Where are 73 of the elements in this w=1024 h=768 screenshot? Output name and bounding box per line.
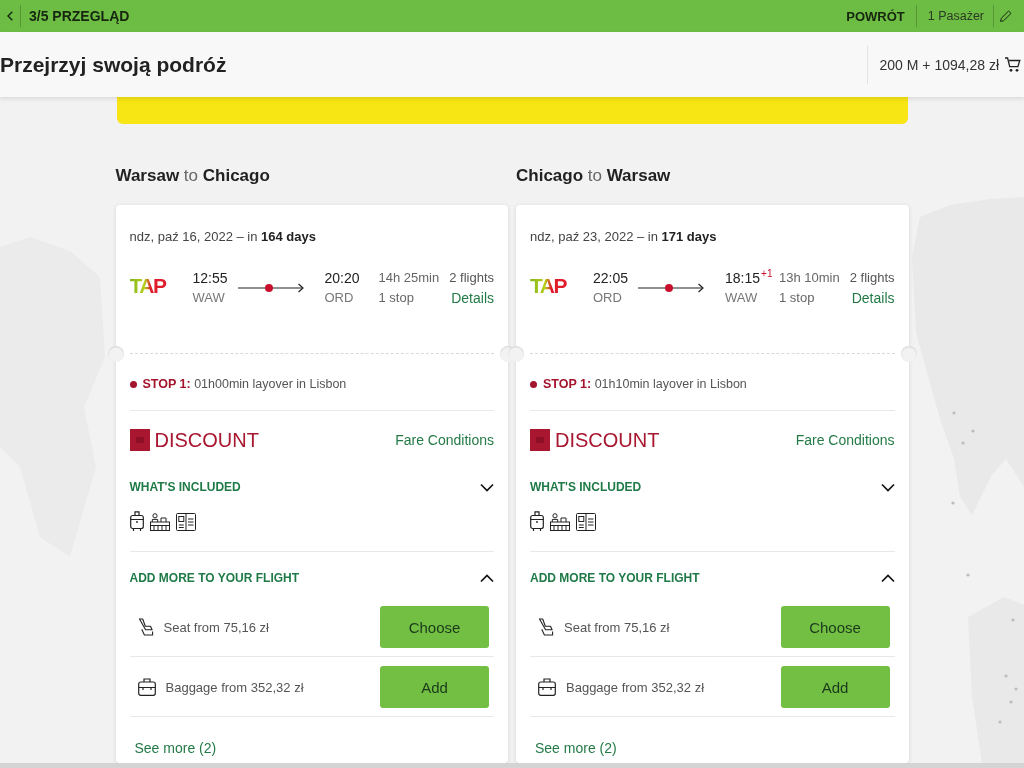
day-offset: +1 [761,268,773,280]
extra-option: Baggage from 352,32 zł [165,679,304,695]
document-icon [576,513,596,531]
departure-airport: ORD [593,289,622,307]
step-title: 3/5 PRZEGLĄD [29,8,130,24]
arrival-airport: WAW [725,289,758,307]
flight-duration: 13h 10min [779,269,840,287]
counter-icon [149,513,170,531]
stop-dot-icon [129,380,137,388]
route-arrow-icon [638,283,704,293]
route-heading: Chicago to Warsaw [516,165,671,187]
arrival-time: 20:20 [324,269,360,288]
see-more-link[interactable]: See more (2) [535,739,617,757]
fare-conditions-link[interactable]: Fare Conditions [395,430,494,450]
see-more-link[interactable]: See more (2) [134,739,217,757]
arrival-time: 18:15 [725,269,761,288]
fare-name: DISCOUNT [154,428,259,452]
flight-date: ndz, paź 23, 2022 – in 171 days [530,229,717,245]
departure-airport: WAW [192,289,225,307]
fare-icon [129,429,150,451]
extra-option: Seat from 75,16 zł [163,619,269,635]
horizontal-scrollbar[interactable] [0,763,1024,768]
chevron-left-icon [7,11,13,21]
stop-count: 1 stop [779,289,815,307]
stop-dot-icon [530,380,537,388]
departure-time: 22:05 [593,269,629,288]
section-title: ADD MORE TO YOUR FLIGHT [530,570,700,586]
flight-date: ndz, paź 16, 2022 – in 164 days [129,229,316,245]
section-title: WHAT'S INCLUDED [129,479,241,495]
stop-info: STOP 1: 01h10min layover in Lisbon [543,376,747,393]
page-title: Przejrzyj swoją podróż [0,52,227,77]
route-heading: Warsaw to Chicago [115,165,270,187]
cart-icon[interactable] [1005,57,1021,72]
details-link[interactable]: Details [851,288,895,308]
chevron-up-icon[interactable] [880,573,895,583]
choose-button[interactable]: Choose [380,606,489,648]
order-total: 200 M + 1094,28 zł [879,56,999,73]
stop-count: 1 stop [378,289,414,307]
bag-icon [137,678,156,696]
details-link[interactable]: Details [451,288,494,308]
bag-icon [538,678,556,696]
stop-info: STOP 1: 01h00min layover in Lisbon [142,376,347,393]
section-title: WHAT'S INCLUDED [530,479,642,495]
flight-count: 2 flights [449,269,494,287]
pencil-icon [1000,10,1012,22]
chevron-up-icon[interactable] [480,573,494,583]
fare-name: DISCOUNT [555,428,660,452]
chevron-down-icon[interactable] [880,482,895,492]
suitcase-icon [129,511,144,531]
route-arrow-icon [237,283,304,293]
departure-time: 12:55 [192,269,228,288]
seat-icon [137,618,154,636]
ticket-notch [508,346,524,362]
arrival-airport: ORD [324,289,354,307]
extra-option: Seat from 75,16 zł [564,619,670,635]
choose-button[interactable]: Choose [780,606,890,648]
ticket-notch [107,346,124,362]
chevron-down-icon[interactable] [480,482,494,492]
passenger-count: 1 Pasażer [927,9,984,23]
flight-count: 2 flights [849,269,895,287]
fare-conditions-link[interactable]: Fare Conditions [795,430,895,450]
add-button[interactable]: Add [380,666,489,708]
suitcase-icon [530,511,544,531]
fare-icon [530,429,550,451]
counter-icon [550,513,570,531]
add-button[interactable]: Add [780,666,890,708]
document-icon [175,513,196,531]
section-title: ADD MORE TO YOUR FLIGHT [129,570,300,586]
seat-icon [538,618,554,636]
return-link[interactable]: POWRÓT [846,8,905,24]
flight-duration: 14h 25min [378,269,440,287]
ticket-notch [900,346,917,362]
extra-option: Baggage from 352,32 zł [566,679,705,695]
